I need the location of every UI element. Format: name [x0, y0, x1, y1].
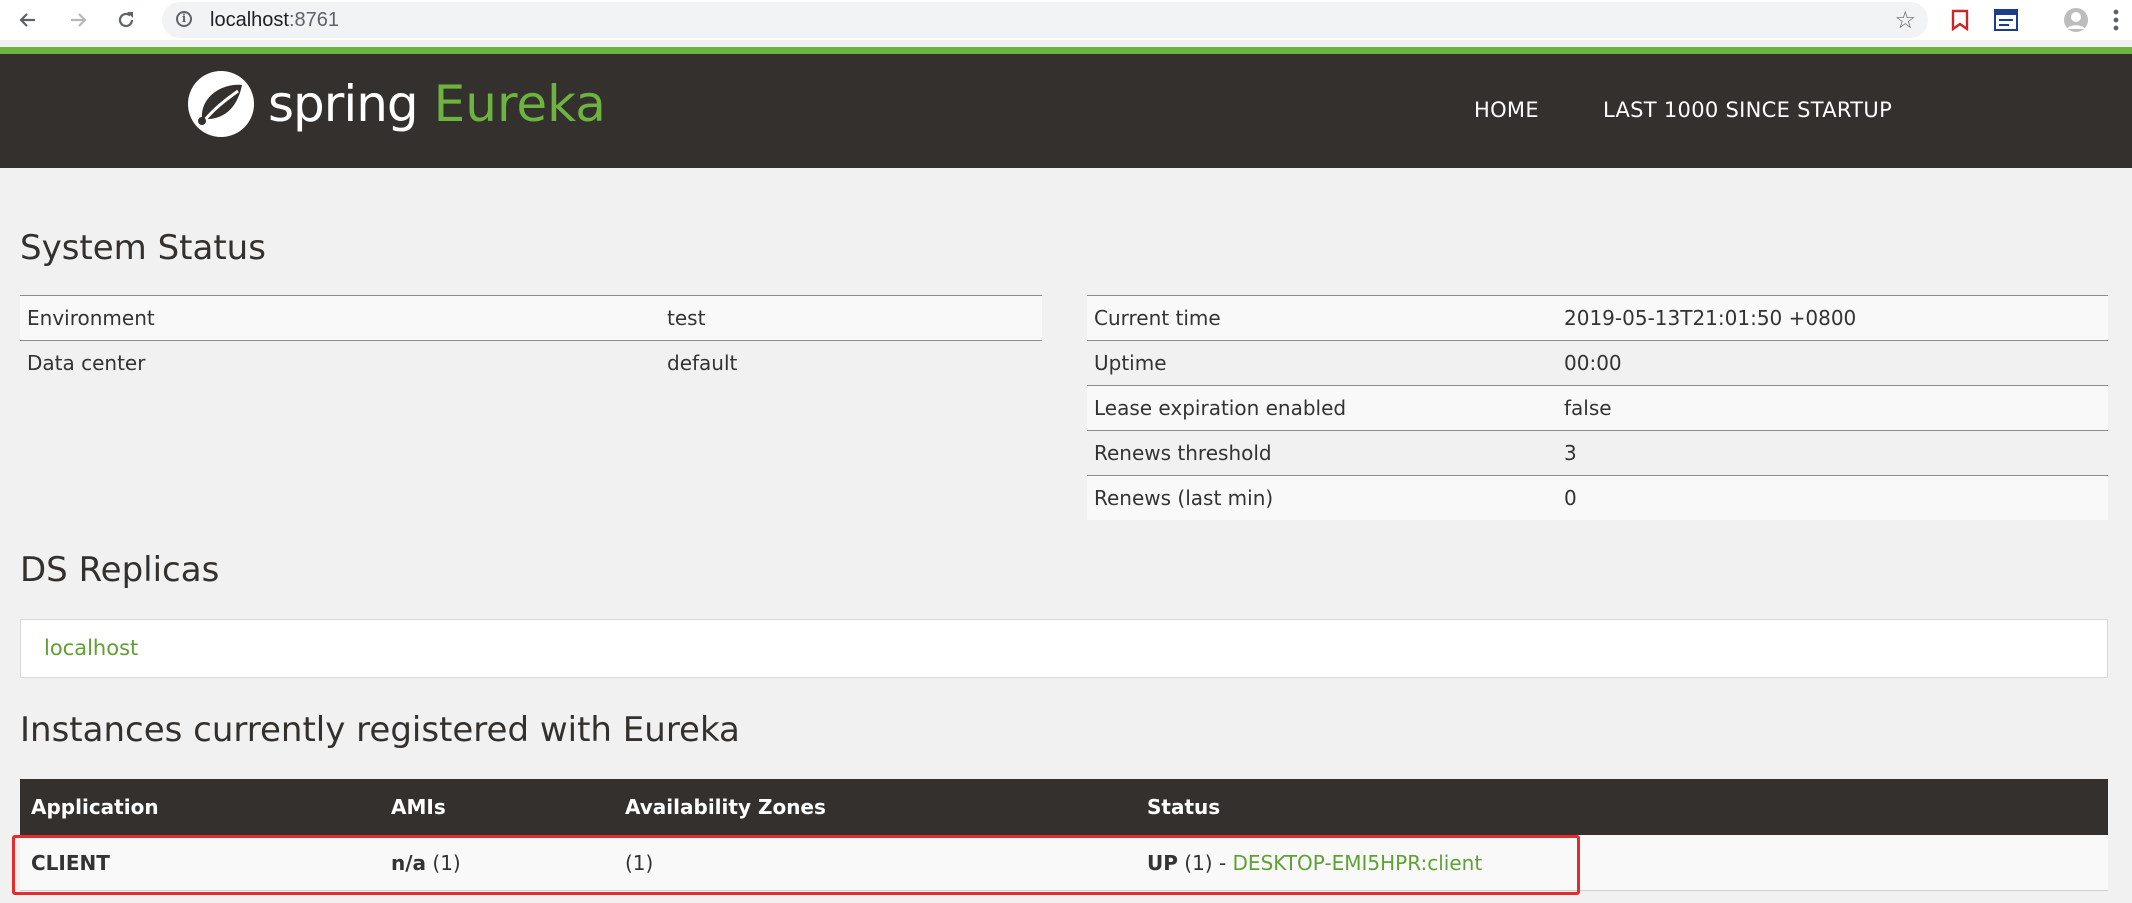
browser-toolbar: i localhost:8761 ☆ — [0, 0, 2132, 40]
logo-eureka-text: Eureka — [433, 75, 606, 133]
status-cell: UP (1) - DESKTOP-EMI5HPR:client — [1136, 835, 2108, 891]
forward-arrow-icon[interactable] — [64, 6, 92, 34]
table-row: Renews threshold 3 — [1087, 430, 2108, 476]
bookmark-star-icon[interactable]: ☆ — [1894, 6, 1916, 34]
url-text: localhost:8761 — [210, 9, 339, 31]
replica-link-localhost[interactable]: localhost — [44, 636, 138, 660]
ds-replicas-panel: localhost — [20, 619, 2108, 678]
status-value: test — [660, 295, 1042, 341]
profile-avatar-icon[interactable] — [2062, 6, 2090, 34]
amis-cell: n/a (1) — [380, 835, 614, 891]
status-label: Data center — [20, 340, 660, 385]
reload-icon[interactable] — [112, 6, 140, 34]
column-header-zones: Availability Zones — [614, 779, 1136, 835]
system-status-right-table: Current time 2019-05-13T21:01:50 +0800 U… — [1087, 295, 2108, 520]
system-status-title: System Status — [20, 228, 266, 268]
column-header-application: Application — [20, 779, 380, 835]
instances-title: Instances currently registered with Eure… — [20, 710, 740, 750]
header-accent-bar — [0, 47, 2132, 54]
spring-eureka-logo[interactable]: spring Eureka — [186, 68, 606, 140]
status-label: Environment — [20, 295, 660, 341]
status-label: Lease expiration enabled — [1087, 385, 1557, 431]
nav-last-1000[interactable]: LAST 1000 SINCE STARTUP — [1603, 98, 1892, 122]
column-header-amis: AMIs — [380, 779, 614, 835]
status-up-label: UP — [1147, 850, 1178, 875]
column-header-status: Status — [1136, 779, 2108, 835]
table-row: Lease expiration enabled false — [1087, 385, 2108, 431]
table-row: Uptime 00:00 — [1087, 340, 2108, 386]
system-status-left-table: Environment test Data center default — [20, 295, 1042, 385]
table-row: Current time 2019-05-13T21:01:50 +0800 — [1087, 295, 2108, 341]
logo-spring-text: spring — [268, 75, 419, 133]
status-label: Renews (last min) — [1087, 475, 1557, 520]
status-label: Renews threshold — [1087, 430, 1557, 476]
status-label: Current time — [1087, 295, 1557, 341]
ds-replicas-title: DS Replicas — [20, 550, 220, 590]
instance-link[interactable]: DESKTOP-EMI5HPR:client — [1233, 851, 1483, 875]
table-row: Renews (last min) 0 — [1087, 475, 2108, 520]
status-value: false — [1557, 385, 2108, 431]
zones-cell: (1) — [614, 835, 1136, 891]
site-header: spring Eureka HOME LAST 1000 SINCE START… — [0, 54, 2132, 168]
status-value: 00:00 — [1557, 340, 2108, 386]
reader-extension-icon[interactable] — [1992, 6, 2020, 34]
status-count: (1) - — [1184, 850, 1227, 875]
instances-table: Application AMIs Availability Zones Stat… — [20, 779, 2108, 891]
table-header-row: Application AMIs Availability Zones Stat… — [20, 779, 2108, 835]
status-value: 0 — [1557, 475, 2108, 520]
menu-kebab-icon[interactable] — [2106, 6, 2126, 34]
spring-leaf-icon — [188, 71, 254, 137]
application-cell: CLIENT — [20, 835, 380, 891]
status-label: Uptime — [1087, 340, 1557, 386]
table-row: Data center default — [20, 340, 1042, 385]
back-arrow-icon[interactable] — [14, 6, 42, 34]
site-info-icon[interactable]: i — [176, 11, 192, 27]
status-value: 3 — [1557, 430, 2108, 476]
status-value: 2019-05-13T21:01:50 +0800 — [1557, 295, 2108, 341]
status-value: default — [660, 340, 1042, 385]
address-bar[interactable]: i localhost:8761 ☆ — [162, 2, 1928, 38]
table-row: Environment test — [20, 295, 1042, 341]
table-row: CLIENT n/a (1) (1) UP (1) - DESKTOP-EMI5… — [20, 835, 2108, 891]
nav-home[interactable]: HOME — [1474, 98, 1539, 122]
bookmark-extension-icon[interactable] — [1946, 6, 1974, 34]
